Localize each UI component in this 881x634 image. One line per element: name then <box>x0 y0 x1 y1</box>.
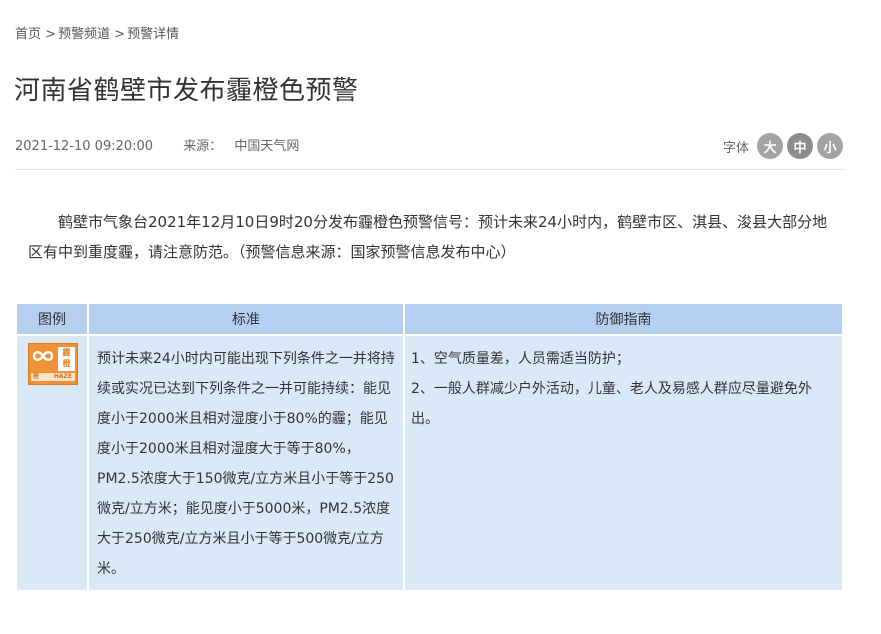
warning-icon-band: 橙 HAZE <box>31 373 75 381</box>
column-header-guide: 防御指南 <box>405 304 842 334</box>
infinity-haze-symbol-icon <box>32 351 54 361</box>
breadcrumb-home-link[interactable]: 首页 <box>15 27 41 42</box>
legend-cell: 霾橙 橙 HAZE <box>17 336 87 590</box>
font-size-large-button[interactable]: 大 <box>757 133 783 159</box>
article-meta: 2021-12-10 09:20:00 来源： 中国天气网 <box>15 135 299 154</box>
guide-cell: 1、空气质量差，人员需适当防护； 2、一般人群减少户外活动，儿童、老人及易感人群… <box>405 336 842 590</box>
divider <box>15 169 845 170</box>
breadcrumb-detail-link[interactable]: 预警详情 <box>127 27 179 42</box>
haze-orange-warning-icon: 霾橙 橙 HAZE <box>28 343 78 385</box>
font-size-small-button[interactable]: 小 <box>817 133 843 159</box>
font-size-label: 字体 <box>722 140 749 156</box>
breadcrumb-separator: > <box>45 27 57 42</box>
warning-table: 图例 标准 防御指南 霾橙 橙 HAZE 预计未来24小时内可能出现下列条件之一并… <box>15 302 844 592</box>
breadcrumb-separator: > <box>114 27 126 42</box>
breadcrumb: 首页 > 预警频道 > 预警详情 <box>15 23 179 42</box>
standard-cell: 预计未来24小时内可能出现下列条件之一并将持续或实况已达到下列条件之一并可能持续… <box>89 336 403 590</box>
publish-datetime: 2021-12-10 09:20:00 <box>15 139 154 154</box>
font-size-switcher: 字体 大 中 小 <box>723 133 843 159</box>
font-size-medium-button[interactable]: 中 <box>787 133 813 159</box>
table-row: 霾橙 橙 HAZE 预计未来24小时内可能出现下列条件之一并将持续或实况已达到下列… <box>17 336 842 590</box>
table-header-row: 图例 标准 防御指南 <box>17 304 842 334</box>
column-header-legend: 图例 <box>17 304 87 334</box>
source-name: 中国天气网 <box>234 139 300 154</box>
article-body: 鹤壁市气象台2021年12月10日9时20分发布霾橙色预警信号：预计未来24小时… <box>28 213 828 261</box>
source-label: 来源： <box>183 139 223 154</box>
breadcrumb-channel-link[interactable]: 预警频道 <box>58 27 110 42</box>
page-title: 河南省鹤壁市发布霾橙色预警 <box>14 76 359 106</box>
column-header-standard: 标准 <box>89 304 403 334</box>
warning-icon-cn-text: 霾橙 <box>58 347 75 371</box>
guide-item: 1、空气质量差，人员需适当防护； <box>411 351 630 367</box>
guide-item: 2、一般人群减少户外活动，儿童、老人及易感人群应尽量避免外出。 <box>411 381 812 427</box>
